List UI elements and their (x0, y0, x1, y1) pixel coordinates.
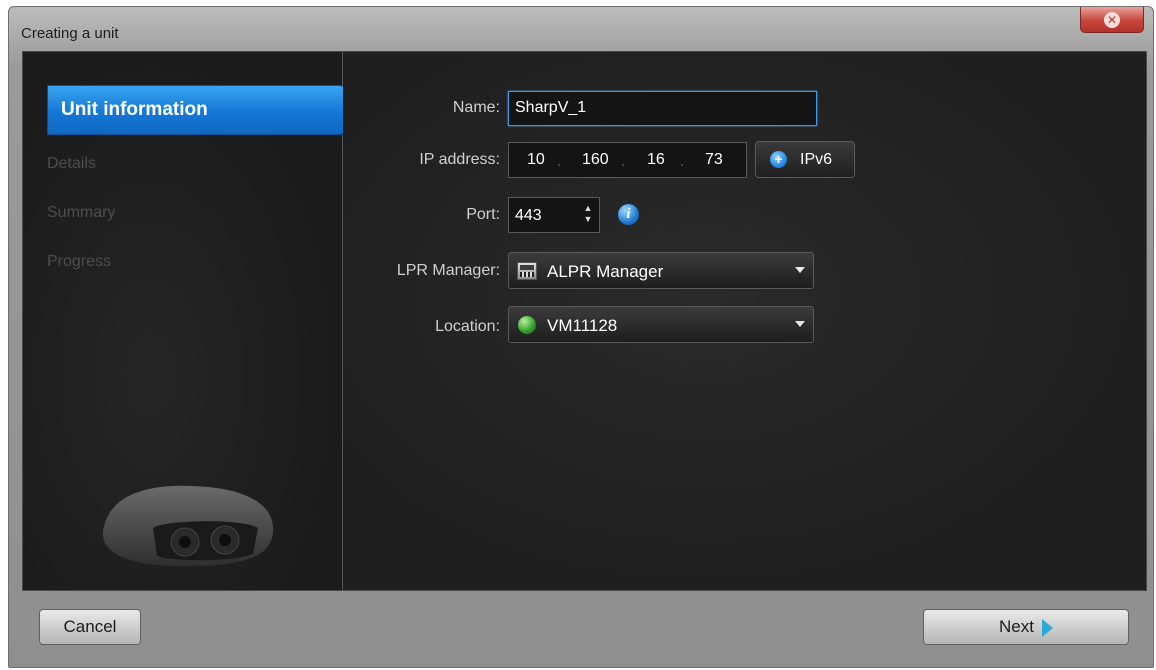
ipv6-button-label: IPv6 (800, 151, 833, 168)
chevron-down-icon (795, 321, 805, 327)
step-summary[interactable]: Summary (47, 204, 115, 222)
globe-icon (518, 316, 536, 334)
step-details[interactable]: Details (47, 155, 96, 173)
name-input[interactable]: SharpV_1 (508, 91, 817, 126)
location-select[interactable]: VM11128 (508, 306, 814, 343)
dialog-content: Unit information Details Summary Progres… (22, 51, 1147, 591)
next-button-label: Next (999, 617, 1034, 636)
step-unit-information[interactable]: Unit information (47, 85, 363, 135)
close-icon: ✕ (1104, 11, 1120, 28)
location-label: Location: (435, 318, 500, 335)
ip-octet-3[interactable]: 16 (647, 151, 665, 169)
lpr-manager-label: LPR Manager: (396, 262, 500, 279)
name-label: Name: (452, 99, 500, 116)
lpr-manager-icon (517, 262, 537, 280)
dialog-window: Creating a unit ✕ Unit information Detai… (8, 6, 1154, 668)
wizard-sidebar: Unit information Details Summary Progres… (23, 52, 363, 590)
ip-separator: . (621, 153, 625, 169)
ip-octet-4[interactable]: 73 (705, 151, 723, 169)
window-title: Creating a unit (21, 25, 119, 42)
ipv6-button[interactable]: + IPv6 (755, 141, 855, 178)
cancel-button-label: Cancel (63, 617, 117, 636)
spin-down-icon[interactable]: ▼ (581, 214, 595, 225)
spin-up-icon[interactable]: ▲ (581, 203, 595, 214)
ip-octet-1[interactable]: 10 (527, 151, 545, 169)
chevron-right-icon (1041, 618, 1053, 637)
lpr-manager-select[interactable]: ALPR Manager (508, 252, 814, 289)
ip-octet-2[interactable]: 160 (582, 151, 609, 169)
next-button[interactable]: Next (923, 609, 1129, 645)
info-icon[interactable]: i (618, 204, 639, 225)
port-input[interactable]: 443 ▲ ▼ (508, 197, 600, 233)
location-value: VM11128 (547, 316, 618, 335)
title-bar: Creating a unit ✕ (9, 7, 1153, 51)
cancel-button[interactable]: Cancel (39, 609, 141, 645)
lpr-camera-image (102, 485, 274, 567)
port-spinner[interactable]: ▲ ▼ (581, 203, 595, 227)
ip-separator: . (680, 153, 684, 169)
step-progress[interactable]: Progress (47, 253, 111, 271)
close-button[interactable]: ✕ (1080, 7, 1144, 33)
ip-address-label: IP address: (419, 151, 500, 168)
ip-separator: . (557, 153, 561, 169)
port-value: 443 (515, 207, 542, 224)
plus-circle-icon: + (770, 151, 787, 168)
lpr-manager-value: ALPR Manager (547, 262, 664, 281)
port-label: Port: (466, 206, 500, 223)
chevron-down-icon (795, 267, 805, 273)
ip-address-input[interactable]: 10 . 160 . 16 . 73 (508, 142, 747, 178)
form-panel: Name: SharpV_1 IP address: 10 . 160 . 16… (343, 52, 1146, 590)
